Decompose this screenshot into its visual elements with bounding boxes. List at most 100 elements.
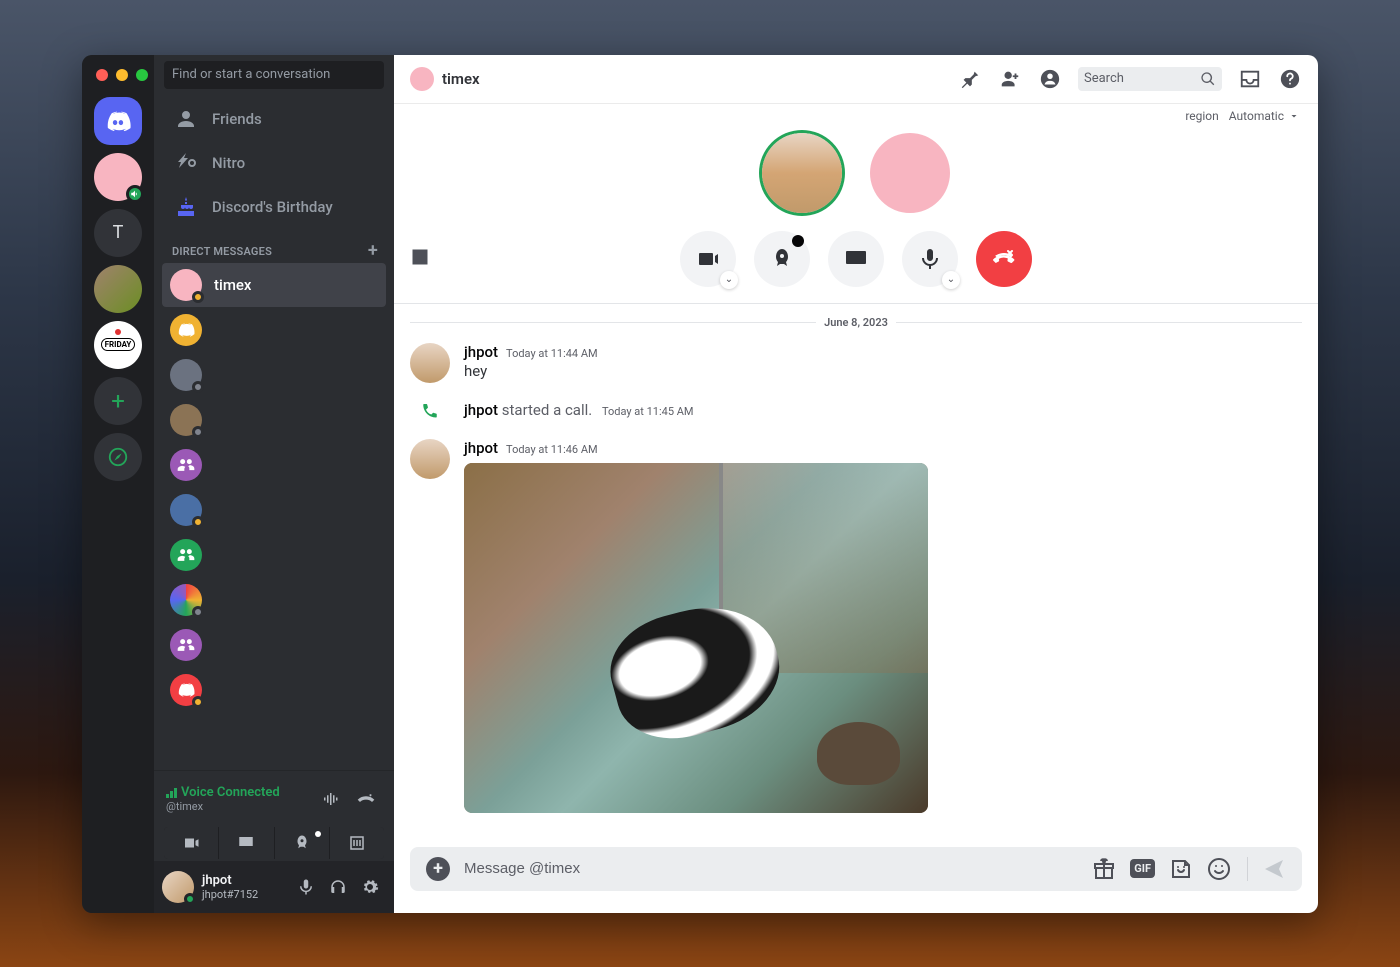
compass-icon <box>107 446 129 468</box>
chat-messages[interactable]: June 8, 2023 jhpot Today at 11:44 AM hey… <box>394 304 1318 847</box>
gif-button[interactable]: GIF <box>1130 859 1155 878</box>
home-button[interactable] <box>94 97 142 145</box>
dm-item[interactable] <box>162 398 386 442</box>
call-video-button[interactable]: ⌄ <box>680 231 736 287</box>
rocket-icon <box>770 247 794 271</box>
maximize-window-button[interactable] <box>136 69 148 81</box>
discord-logo-icon <box>176 680 196 700</box>
dm-item-timex[interactable]: timex <box>162 263 386 307</box>
notification-dot-icon <box>792 235 804 247</box>
call-participant-timex[interactable] <box>870 133 950 213</box>
nitro-icon <box>174 151 198 175</box>
friends-label: Friends <box>212 110 262 128</box>
call-participant-self[interactable] <box>762 133 842 213</box>
call-hangup-button[interactable] <box>976 231 1032 287</box>
avatar <box>170 449 202 481</box>
signal-icon <box>166 786 177 798</box>
voice-status-label[interactable]: Voice Connected <box>166 785 280 800</box>
user-tag: jhpot#7152 <box>202 888 282 901</box>
avatar <box>170 629 202 661</box>
send-icon <box>1262 857 1286 881</box>
message-avatar[interactable] <box>410 343 450 383</box>
pinned-messages-button[interactable] <box>958 67 982 91</box>
server-item-1[interactable] <box>94 153 142 201</box>
gear-icon <box>361 878 379 896</box>
avatar <box>170 359 202 391</box>
disconnect-button[interactable] <box>350 783 382 815</box>
activity-button[interactable] <box>275 827 330 859</box>
dm-item[interactable] <box>162 353 386 397</box>
server-list: T FRIDAY + <box>82 55 154 913</box>
status-online-icon <box>184 893 196 905</box>
chevron-down-icon[interactable]: ⌄ <box>720 271 738 289</box>
inbox-icon <box>1239 68 1261 90</box>
notification-dot-icon <box>315 831 321 837</box>
add-server-button[interactable]: + <box>94 377 142 425</box>
mute-button[interactable] <box>290 871 322 903</box>
gift-button[interactable] <box>1092 857 1116 881</box>
dm-item[interactable] <box>162 578 386 622</box>
find-conversation-input[interactable]: Find or start a conversation <box>164 61 384 89</box>
voice-badge-icon <box>126 185 144 203</box>
user-profile-button[interactable] <box>1038 67 1062 91</box>
dm-item[interactable] <box>162 308 386 352</box>
help-button[interactable] <box>1278 67 1302 91</box>
inbox-button[interactable] <box>1238 67 1262 91</box>
call-activity-button[interactable] <box>754 231 810 287</box>
region-selector[interactable]: Automatic <box>1229 109 1300 123</box>
settings-button[interactable] <box>354 871 386 903</box>
message-author[interactable]: jhpot <box>464 343 498 361</box>
message-attachment-image[interactable] <box>464 463 928 813</box>
avatar <box>170 674 202 706</box>
minimize-window-button[interactable] <box>116 69 128 81</box>
voice-channel-name[interactable]: @timex <box>166 800 280 813</box>
user-profile-icon <box>1039 68 1061 90</box>
explore-servers-button[interactable] <box>94 433 142 481</box>
status-offline-icon <box>192 606 204 618</box>
user-info[interactable]: jhpot jhpot#7152 <box>202 873 282 901</box>
dm-item[interactable] <box>162 533 386 577</box>
attach-button[interactable]: + <box>426 857 450 881</box>
call-screen-share-button[interactable] <box>828 231 884 287</box>
system-message-author[interactable]: jhpot <box>464 401 498 419</box>
message: jhpot Today at 11:44 AM hey <box>410 341 1302 385</box>
video-button[interactable] <box>164 827 219 859</box>
server-item-2[interactable]: T <box>94 209 142 257</box>
soundwave-icon <box>321 790 339 808</box>
noise-suppression-button[interactable] <box>314 783 346 815</box>
close-window-button[interactable] <box>96 69 108 81</box>
server-initial: T <box>113 222 124 243</box>
dm-name: timex <box>214 276 251 294</box>
discord-logo-icon <box>104 107 132 135</box>
friends-nav[interactable]: Friends <box>162 98 386 140</box>
status-offline-icon <box>192 381 204 393</box>
server-item-3[interactable] <box>94 265 142 313</box>
screen-share-button[interactable] <box>219 827 274 859</box>
cake-icon <box>174 195 198 219</box>
chevron-down-icon[interactable]: ⌄ <box>942 271 960 289</box>
soundboard-toggle[interactable] <box>410 247 430 271</box>
dm-item[interactable] <box>162 443 386 487</box>
self-avatar[interactable] <box>162 871 194 903</box>
birthday-nav[interactable]: Discord's Birthday <box>162 186 386 228</box>
send-button[interactable] <box>1247 857 1286 881</box>
add-friends-button[interactable] <box>998 67 1022 91</box>
dm-item[interactable] <box>162 623 386 667</box>
dm-item[interactable] <box>162 668 386 712</box>
emoji-button[interactable] <box>1207 857 1231 881</box>
message-avatar[interactable] <box>410 439 450 479</box>
deafen-button[interactable] <box>322 871 354 903</box>
call-mute-button[interactable]: ⌄ <box>902 231 958 287</box>
message-search-input[interactable]: Search <box>1078 67 1222 91</box>
create-dm-button[interactable]: + <box>368 245 378 257</box>
message-author[interactable]: jhpot <box>464 439 498 457</box>
dm-item[interactable] <box>162 488 386 532</box>
avatar <box>170 539 202 571</box>
discord-logo-icon <box>176 320 196 340</box>
pin-icon <box>959 68 981 90</box>
server-item-friday[interactable]: FRIDAY <box>94 321 142 369</box>
soundboard-button[interactable] <box>330 827 384 859</box>
sticker-button[interactable] <box>1169 857 1193 881</box>
message-input[interactable] <box>464 860 1078 877</box>
nitro-nav[interactable]: Nitro <box>162 142 386 184</box>
